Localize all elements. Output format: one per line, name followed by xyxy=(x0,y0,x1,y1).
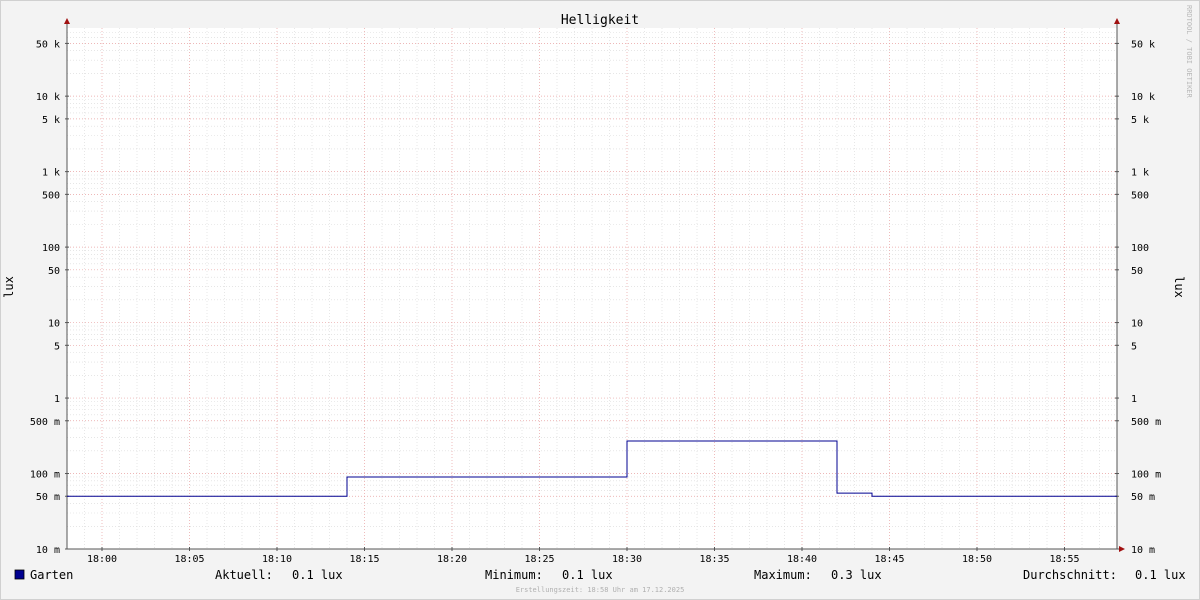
y-tick-label: 5 k xyxy=(42,115,60,126)
x-tick-label: 18:10 xyxy=(262,554,292,565)
y-tick-label: 50 xyxy=(1131,266,1143,277)
y-tick-label: 5 xyxy=(1131,341,1137,352)
x-tick-label: 18:25 xyxy=(524,554,554,565)
y-tick-label: 1 xyxy=(1131,394,1137,405)
y-tick-label: 1 xyxy=(54,394,60,405)
y-tick-label: 10 m xyxy=(36,545,60,556)
chart-title: Helligkeit xyxy=(561,13,639,28)
y-axis-label-left: lux xyxy=(2,276,16,298)
y-tick-label: 50 k xyxy=(1131,39,1155,50)
legend-stat-max-label: Maximum: xyxy=(754,568,812,582)
x-tick-label: 18:05 xyxy=(174,554,204,565)
y-axis-label-right: lux xyxy=(1172,276,1186,298)
y-tick-label: 50 k xyxy=(36,39,60,50)
legend-swatch xyxy=(14,569,25,580)
y-tick-label: 100 xyxy=(1131,243,1149,254)
y-tick-label: 500 m xyxy=(1131,417,1161,428)
y-tick-label: 1 k xyxy=(1131,168,1149,179)
y-tick-label: 1 k xyxy=(42,168,60,179)
y-tick-label: 50 xyxy=(48,266,60,277)
y-tick-label: 10 xyxy=(48,319,60,330)
y-tick-label: 10 xyxy=(1131,319,1143,330)
y-tick-label: 10 k xyxy=(1131,92,1155,103)
y-tick-label: 10 m xyxy=(1131,545,1155,556)
x-tick-label: 18:40 xyxy=(787,554,817,565)
legend-stat-min-value: 0.1 lux xyxy=(562,568,613,582)
y-tick-label: 10 k xyxy=(36,92,60,103)
y-tick-label: 500 xyxy=(1131,190,1149,201)
y-tick-label: 50 m xyxy=(1131,492,1155,503)
legend-stat-current-value: 0.1 lux xyxy=(292,568,343,582)
y-tick-label: 50 m xyxy=(36,492,60,503)
x-tick-label: 18:45 xyxy=(874,554,904,565)
x-tick-label: 18:20 xyxy=(437,554,467,565)
legend-series-name: Garten xyxy=(30,568,73,582)
x-tick-label: 18:50 xyxy=(962,554,992,565)
y-tick-label: 500 m xyxy=(30,417,60,428)
legend-stat-max-value: 0.3 lux xyxy=(831,568,882,582)
y-tick-label: 500 xyxy=(42,190,60,201)
x-tick-label: 18:00 xyxy=(87,554,117,565)
rrdtool-watermark: RRDTOOL / TOBI OETIKER xyxy=(1185,5,1193,99)
y-tick-label: 5 k xyxy=(1131,115,1149,126)
y-tick-label: 100 m xyxy=(1131,470,1161,481)
legend-stat-min-label: Minimum: xyxy=(485,568,543,582)
y-tick-label: 100 m xyxy=(30,470,60,481)
legend-stat-avg-value: 0.1 lux xyxy=(1135,568,1186,582)
x-tick-label: 18:55 xyxy=(1049,554,1079,565)
x-tick-label: 18:30 xyxy=(612,554,642,565)
footer-timestamp: Erstellungszeit: 18:58 Uhr am 17.12.2025 xyxy=(516,586,685,594)
legend-stat-current-label: Aktuell: xyxy=(215,568,273,582)
x-tick-label: 18:15 xyxy=(349,554,379,565)
legend-stat-avg-label: Durchschnitt: xyxy=(1023,568,1117,582)
y-tick-label: 5 xyxy=(54,341,60,352)
x-tick-label: 18:35 xyxy=(699,554,729,565)
y-tick-label: 100 xyxy=(42,243,60,254)
chart: 10 m 50 m 100 m 500 m 1 5 10 50 100 500 1 k 5 k 10 k… xyxy=(0,0,1200,600)
